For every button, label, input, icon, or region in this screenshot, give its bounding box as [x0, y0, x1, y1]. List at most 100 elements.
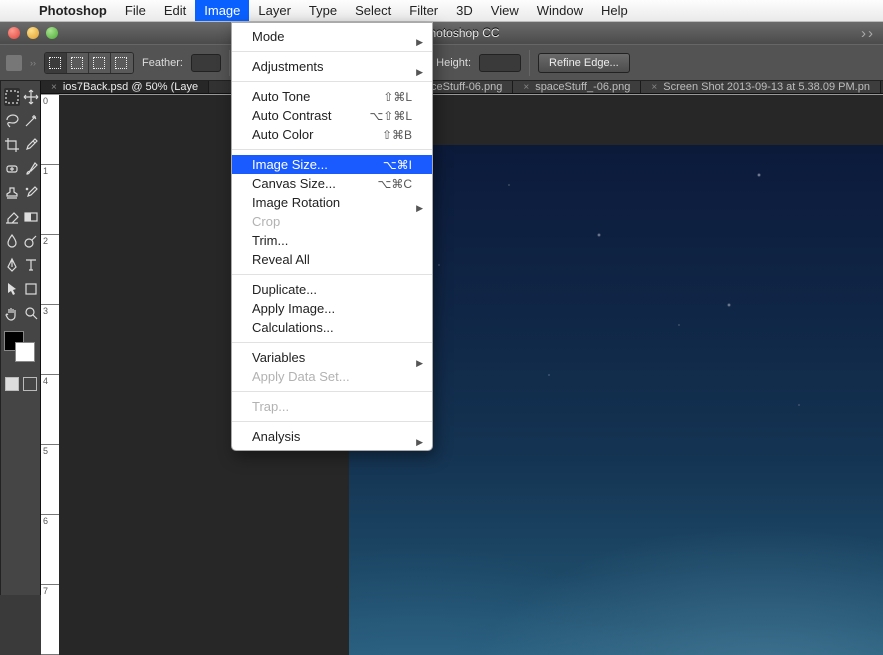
menu-item[interactable]: Auto Tone⇧⌘L [232, 87, 432, 106]
sel-new[interactable] [45, 53, 67, 73]
image-menu-dropdown: ModeAdjustmentsAuto Tone⇧⌘LAuto Contrast… [231, 22, 433, 451]
menu-item-label: Calculations... [252, 320, 412, 335]
menu-item[interactable]: Apply Image... [232, 299, 432, 318]
close-tab-icon[interactable]: × [523, 82, 529, 93]
brush-tool-icon[interactable] [23, 160, 39, 178]
menu-item-label: Auto Tone [252, 89, 383, 104]
window-minimize-button[interactable] [27, 27, 39, 39]
menu-item-label: Auto Contrast [252, 108, 369, 123]
sel-intersect[interactable] [111, 53, 133, 73]
tool-palette [1, 81, 41, 595]
menu-item[interactable]: Image Rotation [232, 193, 432, 212]
menu-shortcut: ⌥⌘I [383, 158, 412, 172]
menu-item[interactable]: Auto Contrast⌥⇧⌘L [232, 106, 432, 125]
wand-tool-icon[interactable] [23, 112, 39, 130]
quickmask-mode-icon[interactable] [23, 377, 37, 391]
gradient-tool-icon[interactable] [23, 208, 39, 226]
menu-item[interactable]: Auto Color⇧⌘B [232, 125, 432, 144]
menu-item[interactable]: Adjustments [232, 57, 432, 76]
selection-mode-group [44, 52, 134, 74]
menu-item[interactable]: Trim... [232, 231, 432, 250]
menu-item-label: Apply Image... [252, 301, 412, 316]
menu-help[interactable]: Help [592, 0, 637, 21]
eraser-tool-icon[interactable] [4, 208, 20, 226]
ruler-vertical[interactable]: 0 1 2 3 4 5 6 7 [41, 95, 59, 655]
chevron-right-icon: ›› [30, 58, 36, 68]
overflow-indicator-icon[interactable]: ›› [861, 25, 883, 42]
height-input[interactable] [479, 54, 521, 72]
menu-select[interactable]: Select [346, 0, 400, 21]
doc-tab-label: Screen Shot 2013-09-13 at 5.38.09 PM.pn [663, 81, 870, 93]
menu-item-label: Auto Color [252, 127, 382, 142]
standard-mode-icon[interactable] [5, 377, 19, 391]
menu-item-label: Trap... [252, 399, 412, 414]
ruler-tick: 7 [41, 585, 59, 655]
close-tab-icon[interactable]: × [651, 82, 657, 93]
path-select-tool-icon[interactable] [4, 280, 20, 298]
menu-item-label: Trim... [252, 233, 412, 248]
menu-item[interactable]: Analysis [232, 427, 432, 446]
blur-tool-icon[interactable] [4, 232, 20, 250]
sel-subtract[interactable] [89, 53, 111, 73]
ruler-tick: 1 [41, 165, 59, 235]
sel-add[interactable] [67, 53, 89, 73]
menu-item[interactable]: Calculations... [232, 318, 432, 337]
doc-tab[interactable]: ×ios7Back.psd @ 50% (Laye [41, 81, 209, 93]
healing-tool-icon[interactable] [4, 160, 20, 178]
canvas-area: ×ios7Back.psd @ 50% (Laye ×ceStuff-06.pn… [41, 81, 883, 595]
close-tab-icon[interactable]: × [51, 82, 57, 93]
ps-home-icon[interactable] [6, 55, 22, 71]
eyedropper-tool-icon[interactable] [23, 136, 39, 154]
background-swatch[interactable] [15, 342, 35, 362]
menu-item[interactable]: Reveal All [232, 250, 432, 269]
menu-item-label: Adjustments [252, 59, 412, 74]
menu-view[interactable]: View [482, 0, 528, 21]
menu-item-label: Crop [252, 214, 412, 229]
macos-menubar: Photoshop File Edit Image Layer Type Sel… [0, 0, 883, 22]
marquee-tool-icon[interactable] [4, 88, 20, 106]
crop-tool-icon[interactable] [4, 136, 20, 154]
menu-item[interactable]: Canvas Size...⌥⌘C [232, 174, 432, 193]
doc-tab[interactable]: × Screen Shot 2013-09-13 at 5.38.09 PM.pn [641, 81, 881, 93]
feather-input[interactable] [191, 54, 221, 72]
menu-file[interactable]: File [116, 0, 155, 21]
window-zoom-button[interactable] [46, 27, 58, 39]
menu-type[interactable]: Type [300, 0, 346, 21]
menu-3d[interactable]: 3D [447, 0, 482, 21]
color-swatches[interactable] [3, 331, 37, 365]
hand-tool-icon[interactable] [4, 304, 20, 322]
document-canvas[interactable] [59, 95, 883, 655]
menu-shortcut: ⇧⌘B [382, 128, 412, 142]
menu-item-label: Image Size... [252, 157, 383, 172]
menu-item[interactable]: Mode [232, 27, 432, 46]
menu-layer[interactable]: Layer [249, 0, 300, 21]
menu-item-label: Duplicate... [252, 282, 412, 297]
shape-tool-icon[interactable] [23, 280, 39, 298]
menu-window[interactable]: Window [528, 0, 592, 21]
dodge-tool-icon[interactable] [23, 232, 39, 250]
window-close-button[interactable] [8, 27, 20, 39]
lasso-tool-icon[interactable] [4, 112, 20, 130]
menu-item: Apply Data Set... [232, 367, 432, 386]
app-name[interactable]: Photoshop [30, 3, 116, 18]
stamp-tool-icon[interactable] [4, 184, 20, 202]
zoom-tool-icon[interactable] [23, 304, 39, 322]
menu-filter[interactable]: Filter [400, 0, 447, 21]
menu-item[interactable]: Duplicate... [232, 280, 432, 299]
move-tool-icon[interactable] [23, 88, 39, 106]
height-label: Height: [436, 57, 471, 69]
ruler-tick: 6 [41, 515, 59, 585]
menu-item-label: Apply Data Set... [252, 369, 412, 384]
ruler-tick: 5 [41, 445, 59, 515]
menu-edit[interactable]: Edit [155, 0, 195, 21]
pen-tool-icon[interactable] [4, 256, 20, 274]
menu-item-label: Image Rotation [252, 195, 412, 210]
type-tool-icon[interactable] [23, 256, 39, 274]
menu-item[interactable]: Variables [232, 348, 432, 367]
menu-image[interactable]: Image [195, 0, 249, 21]
history-brush-tool-icon[interactable] [23, 184, 39, 202]
menu-shortcut: ⌥⇧⌘L [369, 109, 412, 123]
menu-item[interactable]: Image Size...⌥⌘I [232, 155, 432, 174]
doc-tab[interactable]: ×spaceStuff_-06.png [513, 81, 641, 93]
refine-edge-button[interactable]: Refine Edge... [538, 53, 630, 73]
